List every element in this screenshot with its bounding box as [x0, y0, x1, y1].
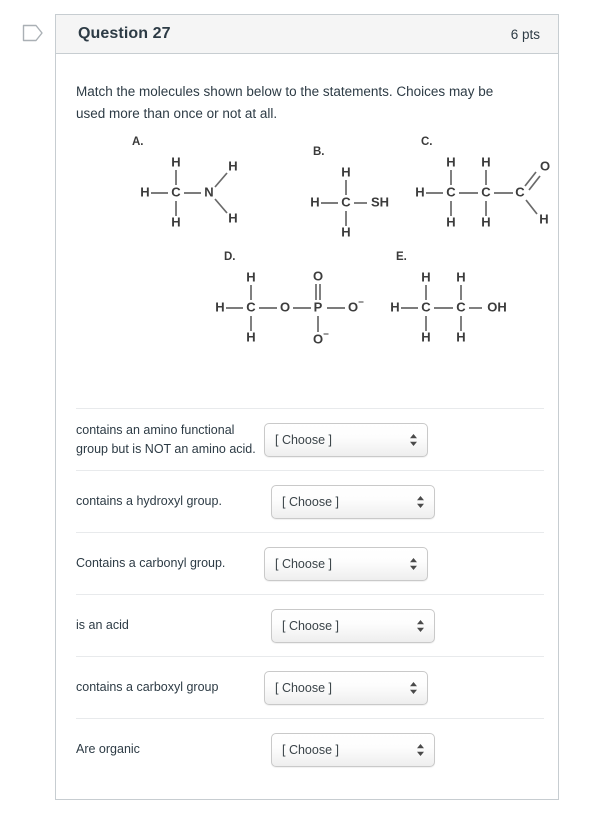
svg-text:C: C	[246, 299, 256, 314]
svg-text:C: C	[341, 194, 351, 209]
choice-select-wrapper: [ Choose ]	[264, 422, 428, 457]
svg-text:H: H	[446, 154, 455, 169]
choice-select[interactable]: [ Choose ]	[264, 670, 428, 705]
svg-text:H: H	[481, 214, 490, 229]
svg-text:OH: OH	[487, 299, 507, 314]
chevron-updown-icon	[409, 681, 418, 695]
choice-select-wrapper: [ Choose ]	[264, 670, 428, 705]
svg-text:N: N	[204, 184, 213, 199]
choice-select-value: [ Choose ]	[282, 742, 339, 757]
svg-text:C: C	[515, 184, 525, 199]
question-points: 6 pts	[510, 26, 540, 42]
svg-text:H: H	[456, 329, 465, 344]
choice-select-wrapper: [ Choose ]	[271, 484, 435, 519]
page-title: Question 27	[78, 25, 171, 42]
statement-text: is an acid	[76, 618, 129, 633]
statement-text: contains a carboxyl group	[76, 680, 219, 695]
choice-select[interactable]: [ Choose ]	[264, 422, 428, 457]
choice-select-value: [ Choose ]	[282, 494, 339, 509]
svg-text:C: C	[456, 299, 466, 314]
svg-text:O: O	[540, 158, 550, 173]
choice-select[interactable]: [ Choose ]	[271, 608, 435, 643]
molecule-c-label: C.	[421, 135, 433, 148]
matching-answers-list: contains an amino functional group but i…	[76, 408, 544, 780]
svg-text:C: C	[171, 184, 181, 199]
molecule-diagram-area: A. H H C H N H H B. H H C H SH C. H H C …	[56, 131, 558, 387]
choice-select-value: [ Choose ]	[282, 618, 339, 633]
svg-text:H: H	[140, 184, 149, 199]
svg-text:H: H	[446, 214, 455, 229]
chevron-updown-icon	[409, 557, 418, 571]
svg-text:–: –	[323, 328, 329, 339]
answer-row: Contains a carbonyl group. [ Choose ]	[76, 532, 544, 594]
svg-text:H: H	[171, 214, 180, 229]
svg-text:O: O	[313, 331, 323, 346]
statement-text: contains an amino functional group but i…	[76, 422, 256, 456]
svg-text:H: H	[228, 210, 237, 225]
svg-text:C: C	[481, 184, 491, 199]
svg-text:H: H	[246, 329, 255, 344]
svg-text:H: H	[341, 164, 350, 179]
svg-text:H: H	[390, 299, 399, 314]
svg-text:H: H	[246, 269, 255, 284]
choice-select[interactable]: [ Choose ]	[271, 484, 435, 519]
chevron-updown-icon	[409, 433, 418, 447]
svg-text:C: C	[446, 184, 456, 199]
svg-text:H: H	[228, 158, 237, 173]
flag-outline-icon[interactable]	[22, 23, 44, 43]
svg-text:H: H	[421, 269, 430, 284]
statement-text: Are organic	[76, 742, 140, 757]
molecule-e-label: E.	[396, 250, 407, 263]
choice-select-wrapper: [ Choose ]	[264, 546, 428, 581]
statement-text: Contains a carbonyl group.	[76, 556, 226, 571]
choice-select-wrapper: [ Choose ]	[271, 608, 435, 643]
quiz-question-page: Question 27 6 pts Match the molecules sh…	[0, 0, 613, 824]
molecule-c-propanal: C. H H C H H C H C O H	[351, 135, 550, 246]
svg-text:H: H	[456, 269, 465, 284]
choice-select[interactable]: [ Choose ]	[271, 732, 435, 767]
molecule-a-label: A.	[132, 135, 144, 148]
chevron-updown-icon	[416, 619, 425, 633]
choice-select-value: [ Choose ]	[275, 680, 332, 695]
statement-text: contains a hydroxyl group.	[76, 494, 222, 509]
question-card: Question 27 6 pts Match the molecules sh…	[55, 14, 559, 800]
choice-select-value: [ Choose ]	[275, 556, 332, 571]
choice-select[interactable]: [ Choose ]	[264, 546, 428, 581]
svg-text:H: H	[481, 154, 490, 169]
answer-row: contains a carboxyl group [ Choose ]	[76, 656, 544, 718]
choice-select-wrapper: [ Choose ]	[271, 732, 435, 767]
answer-row: contains an amino functional group but i…	[76, 408, 544, 470]
svg-text:H: H	[341, 224, 350, 239]
choice-select-value: [ Choose ]	[275, 432, 332, 447]
svg-text:H: H	[539, 211, 548, 226]
answer-row: contains a hydroxyl group. [ Choose ]	[76, 470, 544, 532]
question-prompt: Match the molecules shown below to the s…	[76, 84, 494, 121]
answer-row: is an acid [ Choose ]	[76, 594, 544, 656]
molecule-d-methyl-phosphate: D. H H C H O O P O – O –	[176, 251, 376, 361]
svg-text:O: O	[280, 299, 290, 314]
question-header: Question 27 6 pts	[56, 15, 558, 54]
svg-text:H: H	[171, 154, 180, 169]
molecule-b-label: B.	[313, 145, 325, 158]
svg-text:H: H	[415, 184, 424, 199]
molecule-d-label: D.	[224, 250, 236, 263]
chevron-updown-icon	[416, 495, 425, 509]
svg-text:O: O	[313, 268, 323, 283]
svg-text:H: H	[310, 194, 319, 209]
svg-text:C: C	[421, 299, 431, 314]
svg-text:H: H	[421, 329, 430, 344]
question-body: Match the molecules shown below to the s…	[56, 54, 558, 767]
chevron-updown-icon	[416, 743, 425, 757]
molecule-b-methanethiol: B. H H C H SH	[241, 145, 389, 246]
svg-text:H: H	[215, 299, 224, 314]
molecule-e-ethanol: E. H H C H H C H OH	[356, 251, 526, 361]
answer-row: Are organic [ Choose ]	[76, 718, 544, 780]
svg-text:P: P	[314, 299, 323, 314]
